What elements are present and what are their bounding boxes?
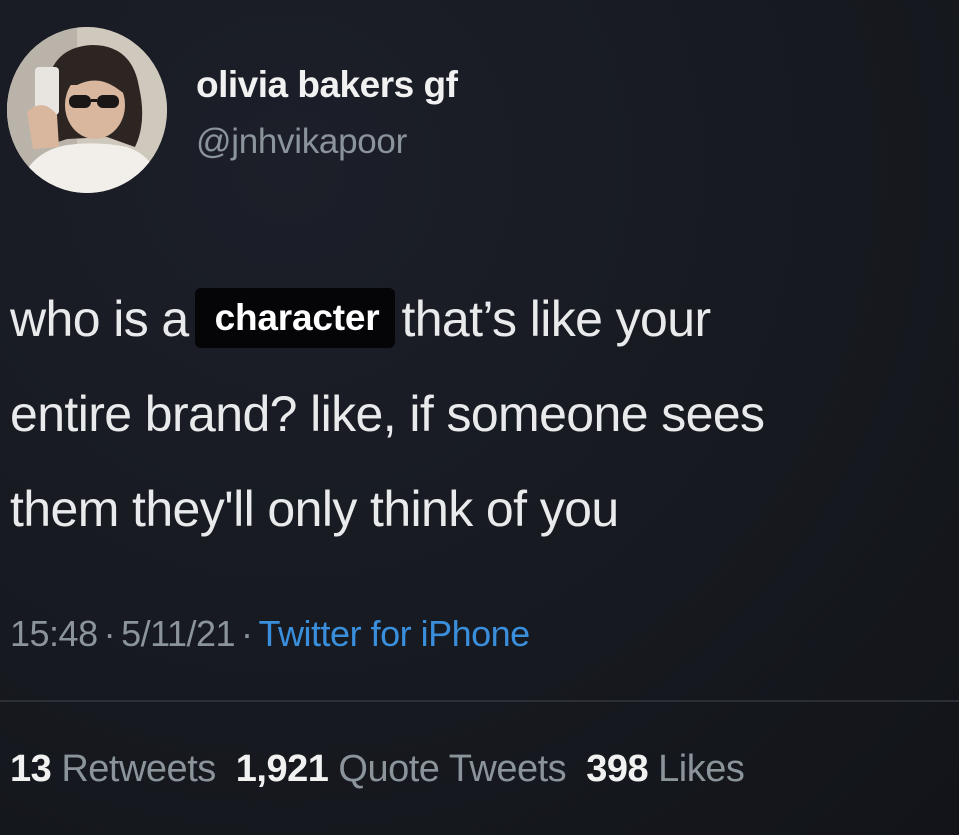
retweets-count: 13	[10, 748, 52, 790]
likes-count: 398	[586, 748, 649, 790]
likes-stat[interactable]: 398 Likes	[586, 748, 745, 790]
quote-tweets-count: 1,921	[235, 748, 329, 790]
meta-separator: ·	[103, 613, 116, 654]
tweet-date[interactable]: 5/11/21	[121, 613, 235, 654]
tweet-source-link[interactable]: Twitter for iPhone	[259, 613, 531, 654]
tweet-line-2: entire brand? like, if someone sees	[10, 386, 765, 442]
retweets-stat[interactable]: 13 Retweets	[10, 748, 216, 790]
retweets-label: Retweets	[61, 748, 216, 790]
tweet-time[interactable]: 15:48	[10, 613, 98, 654]
tweet-line-1: who is a character that’s like your	[10, 272, 959, 367]
avatar-photo	[7, 27, 167, 193]
tweet-meta: 15:48 · 5/11/21 · Twitter for iPhone	[10, 613, 530, 655]
tweet-text-after: that’s like your	[401, 291, 711, 347]
highlighted-word: character	[194, 288, 396, 348]
meta-separator-2: ·	[241, 613, 253, 654]
display-name[interactable]: olivia bakers gf	[196, 64, 458, 106]
tweet-card: olivia bakers gf @jnhvikapoor who is a ch…	[0, 0, 959, 835]
avatar[interactable]	[7, 27, 167, 193]
username-handle[interactable]: @jnhvikapoor	[196, 122, 407, 162]
tweet-line-3: them they'll only think of you	[10, 481, 619, 537]
quote-tweets-stat[interactable]: 1,921 Quote Tweets	[235, 748, 567, 790]
tweet-stats: 13 Retweets 1,921 Quote Tweets 398 Likes	[10, 748, 764, 791]
tweet-text-before: who is a	[10, 291, 189, 347]
tweet-text: who is a character that’s like your entire…	[10, 272, 959, 557]
divider	[0, 700, 959, 702]
quote-tweets-label: Quote Tweets	[338, 748, 567, 790]
likes-label: Likes	[658, 748, 745, 790]
